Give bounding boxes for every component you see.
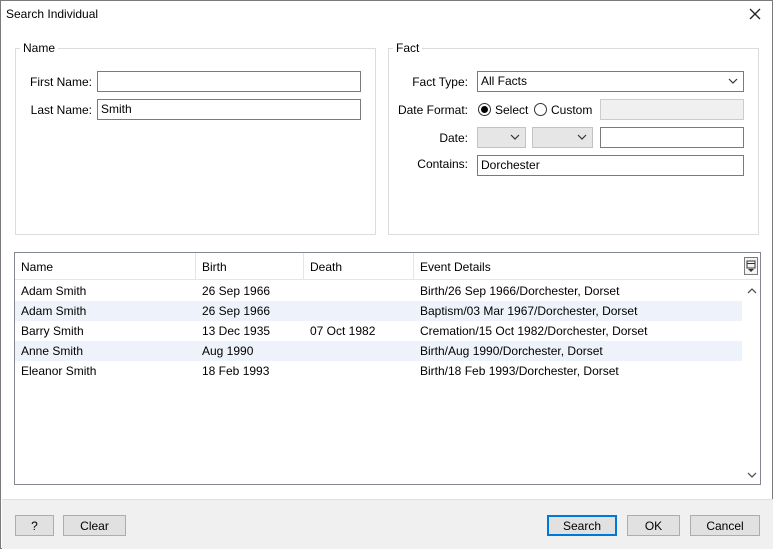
table-row[interactable]: Eleanor Smith 18 Feb 1993 Birth/18 Feb 1… — [15, 361, 742, 381]
date-format-custom-label: Custom — [551, 103, 593, 117]
title-bar: Search Individual — [1, 1, 772, 27]
date-format-select-radio[interactable] — [478, 103, 491, 116]
date-type-dropdown[interactable] — [532, 127, 593, 148]
fact-type-dropdown[interactable]: All Facts — [477, 71, 744, 92]
cell-event: Birth/18 Feb 1993/Dorchester, Dorset — [420, 364, 619, 378]
cell-event: Birth/Aug 1990/Dorchester, Dorset — [420, 344, 603, 358]
scroll-down-button[interactable] — [743, 466, 760, 483]
table-row[interactable]: Adam Smith 26 Sep 1966 Birth/26 Sep 1966… — [15, 281, 742, 301]
cell-event: Baptism/03 Mar 1967/Dorchester, Dorset — [420, 304, 638, 318]
cell-name: Eleanor Smith — [21, 364, 97, 378]
date-qualifier-dropdown[interactable] — [477, 127, 526, 148]
table-row[interactable]: Barry Smith 13 Dec 1935 07 Oct 1982 Crem… — [15, 321, 742, 341]
results-grid[interactable]: Name Birth Death Event Details Adam Smit… — [14, 252, 761, 485]
fact-group-legend: Fact — [393, 41, 423, 55]
date-format-select-label: Select — [495, 103, 529, 117]
date-field[interactable] — [600, 127, 744, 148]
first-name-field[interactable] — [97, 71, 361, 92]
table-row[interactable]: Anne Smith Aug 1990 Birth/Aug 1990/Dorch… — [15, 341, 742, 361]
cell-birth: 26 Sep 1966 — [202, 304, 271, 318]
cancel-button[interactable]: Cancel — [690, 515, 760, 536]
cell-event: Cremation/15 Oct 1982/Dorchester, Dorset — [420, 324, 648, 338]
dialog-footer: ? Clear Search OK Cancel — [2, 499, 773, 549]
column-chooser-icon — [746, 260, 756, 272]
help-button[interactable]: ? — [15, 515, 54, 536]
cell-birth: 18 Feb 1993 — [202, 364, 270, 378]
first-name-label: First Name: — [29, 75, 92, 89]
cell-birth: 26 Sep 1966 — [202, 284, 271, 298]
chevron-down-icon — [510, 134, 520, 140]
cell-birth: Aug 1990 — [202, 344, 254, 358]
column-header-event-details[interactable]: Event Details — [414, 253, 742, 279]
ok-button[interactable]: OK — [627, 515, 680, 536]
column-header-birth[interactable]: Birth — [196, 253, 304, 279]
grid-header: Name Birth Death Event Details — [15, 253, 760, 280]
search-button[interactable]: Search — [547, 515, 617, 536]
name-group-legend: Name — [20, 41, 59, 55]
dialog-title: Search Individual — [6, 7, 99, 21]
custom-date-format-field[interactable] — [600, 99, 744, 120]
search-individual-dialog: Search Individual Name First Name: Last … — [0, 0, 773, 549]
column-header-death[interactable]: Death — [304, 253, 414, 279]
scroll-up-icon — [747, 287, 756, 293]
close-icon — [749, 8, 761, 20]
chevron-down-icon — [577, 134, 587, 140]
chevron-down-icon — [728, 78, 738, 84]
column-header-name[interactable]: Name — [15, 253, 196, 279]
contains-field[interactable]: Dorchester — [477, 155, 744, 176]
name-group: Name First Name: Last Name: Smith — [15, 41, 376, 235]
scroll-up-button[interactable] — [743, 282, 760, 299]
vertical-scrollbar[interactable] — [743, 280, 760, 484]
last-name-label: Last Name: — [30, 103, 92, 117]
column-chooser-button[interactable] — [744, 257, 758, 275]
fact-type-value: All Facts — [481, 74, 528, 88]
cell-name: Adam Smith — [21, 304, 87, 318]
date-format-custom-radio[interactable] — [534, 103, 547, 116]
fact-group: Fact Fact Type: All Facts Date Format: S… — [388, 41, 759, 235]
fact-type-label: Fact Type: — [412, 75, 468, 89]
date-format-label: Date Format: — [397, 103, 468, 117]
clear-button[interactable]: Clear — [63, 515, 126, 536]
cell-name: Barry Smith — [21, 324, 84, 338]
cell-death: 07 Oct 1982 — [310, 324, 376, 338]
cell-name: Adam Smith — [21, 284, 87, 298]
date-label: Date: — [439, 131, 468, 145]
cell-birth: 13 Dec 1935 — [202, 324, 271, 338]
close-button[interactable] — [742, 2, 768, 26]
table-row[interactable]: Adam Smith 26 Sep 1966 Baptism/03 Mar 19… — [15, 301, 742, 321]
contains-label: Contains: — [417, 157, 468, 171]
last-name-field[interactable]: Smith — [97, 99, 361, 120]
cell-event: Birth/26 Sep 1966/Dorchester, Dorset — [420, 284, 620, 298]
scroll-down-icon — [747, 472, 756, 478]
cell-name: Anne Smith — [21, 344, 84, 358]
